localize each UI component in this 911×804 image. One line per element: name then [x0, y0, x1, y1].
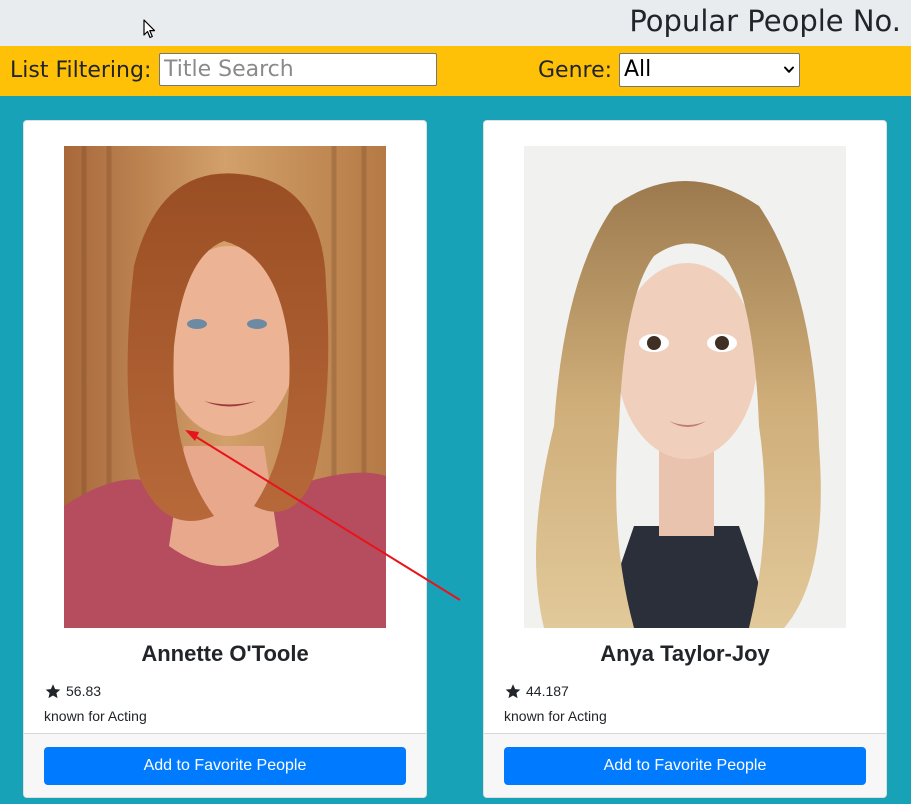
person-name: Anya Taylor-Joy: [600, 641, 770, 666]
genre-select-value: All: [624, 57, 652, 82]
add-to-favorite-button[interactable]: Add to Favorite People: [44, 747, 406, 785]
genre-select[interactable]: All: [619, 53, 800, 87]
person-card: Annette O'Toole 56.83 known for Acting A…: [23, 120, 427, 798]
filter-bar: List Filtering: Genre: All: [0, 46, 911, 96]
add-to-favorite-button[interactable]: Add to Favorite People: [504, 747, 866, 785]
known-for-text: known for Acting: [504, 708, 607, 724]
page-header: Popular People No.: [0, 0, 911, 46]
genre-label: Genre:: [538, 58, 613, 83]
person-name: Annette O'Toole: [141, 641, 309, 666]
rating: 56.83: [44, 681, 101, 701]
person-card: Anya Taylor-Joy 44.187 known for Acting …: [483, 120, 887, 798]
chevron-down-icon: [784, 66, 794, 73]
rating-value: 44.187: [526, 683, 569, 699]
list-filtering-label: List Filtering:: [10, 58, 152, 83]
cursor-icon: [143, 19, 156, 39]
person-photo: [524, 146, 846, 628]
rating-value: 56.83: [66, 683, 102, 699]
card-footer: Add to Favorite People: [24, 733, 426, 797]
star-icon: [45, 683, 61, 698]
card-footer: Add to Favorite People: [484, 733, 886, 797]
known-for-text: known for Acting: [44, 708, 147, 724]
page-title: Popular People No.: [629, 4, 901, 38]
person-photo: [64, 146, 386, 628]
title-search-input[interactable]: [159, 53, 437, 86]
star-icon: [505, 683, 521, 698]
rating: 44.187: [504, 681, 569, 701]
